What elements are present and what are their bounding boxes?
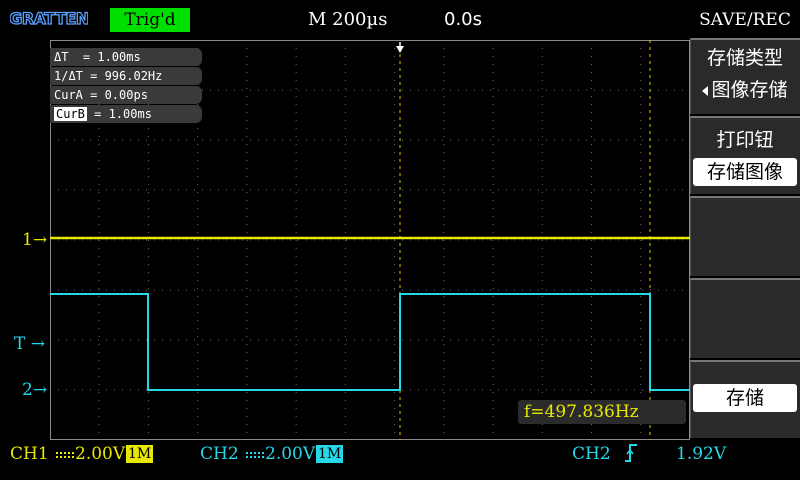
trigger-offset-readout: 0.0s [444, 9, 483, 30]
menu-title: SAVE/REC [699, 10, 791, 30]
cursor-measurement-panel: ΔT = 1.00ms 1/ΔT = 996.02Hz CurA = 0.00p… [50, 48, 202, 124]
trigger-status-badge: Trig'd [110, 8, 190, 32]
ch1-label[interactable]: CH1 [10, 443, 49, 465]
print-key-label: 打印钮 [716, 129, 774, 151]
ch2-level-marker[interactable]: 2→ [22, 380, 47, 400]
ch2-label[interactable]: CH2 [200, 443, 239, 465]
left-triangle-icon [702, 85, 709, 96]
empty-softkey-3[interactable] [690, 196, 800, 276]
side-menu: SAVE/REC 存储类型 图像存储 打印钮 存储图像 存储 [690, 0, 800, 440]
timebase-readout: M 200µs [308, 9, 388, 30]
trigger-level-marker[interactable]: T → [14, 334, 45, 354]
right-arrow-icon: → [32, 380, 48, 400]
storage-type-label: 存储类型 [706, 47, 783, 69]
storage-type-softkey[interactable]: 存储类型 图像存储 [690, 38, 800, 114]
rising-edge-icon [625, 444, 637, 462]
cursor-b-value: = 1.00ms [86, 107, 152, 121]
ch2-impedance-badge: 1M [316, 445, 344, 463]
empty-softkey-4[interactable] [690, 278, 800, 358]
print-key-softkey[interactable]: 打印钮 存储图像 [690, 116, 800, 194]
print-key-value: 存储图像 [693, 158, 797, 186]
top-status-bar: GRATTEN Trig'd M 200µs 0.0s [0, 0, 690, 36]
trigger-level[interactable]: 1.92V [676, 443, 726, 465]
frequency-readout: f=497.836Hz [518, 400, 686, 424]
dc-coupling-icon [246, 451, 264, 458]
right-arrow-icon: → [32, 230, 48, 250]
delta-t-readout: ΔT = 1.00ms [50, 48, 202, 66]
inverse-delta-t-readout: 1/ΔT = 996.02Hz [50, 67, 202, 85]
save-button[interactable]: 存储 [693, 384, 797, 412]
channel-status-bar: CH1 2.00V 1M CH2 2.00V 1M CH2 1.92V [0, 440, 800, 480]
ch1-impedance-badge: 1M [126, 445, 154, 463]
ch1-level-marker[interactable]: 1→ [22, 230, 47, 250]
cursor-b-tag: CurB [54, 107, 87, 121]
save-softkey[interactable]: 存储 [690, 360, 800, 438]
cursor-b-readout: CurB = 1.00ms [50, 105, 202, 123]
ch1-scale[interactable]: 2.00V [56, 443, 125, 465]
ch2-scale[interactable]: 2.00V [246, 443, 315, 465]
storage-type-value: 图像存储 [691, 76, 799, 104]
cursor-a-readout: CurA = 0.00ps [50, 86, 202, 104]
right-arrow-icon: → [30, 334, 45, 354]
dc-coupling-icon [56, 451, 74, 458]
trigger-source[interactable]: CH2 [572, 443, 611, 465]
brand-logo-text: GRATTEN [10, 9, 88, 28]
brand-logo: GRATTEN [10, 6, 88, 30]
